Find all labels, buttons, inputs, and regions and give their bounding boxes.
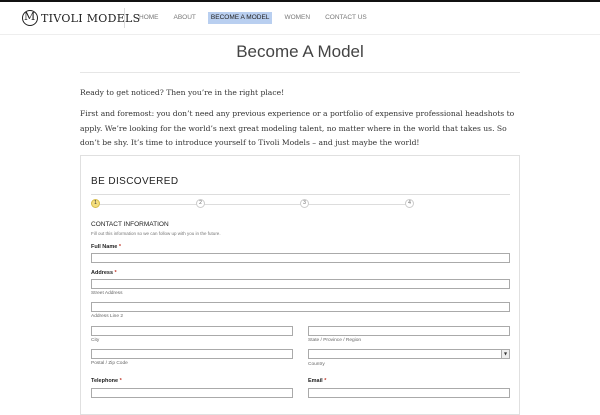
state-sublabel: State / Province / Region bbox=[308, 338, 362, 343]
progress-track bbox=[96, 204, 409, 205]
telephone-label: Telephone * bbox=[91, 378, 122, 384]
required-mark: * bbox=[114, 270, 117, 276]
section-title: CONTACT INFORMATION bbox=[91, 221, 169, 228]
nav-item-home[interactable]: HOME bbox=[136, 12, 162, 24]
street-address-sublabel: Street Address bbox=[91, 291, 123, 296]
form-title: BE DISCOVERED bbox=[91, 176, 179, 187]
zip-field[interactable] bbox=[91, 349, 293, 359]
email-label-text: Email bbox=[308, 378, 323, 384]
nav-item-become-a-model[interactable]: BECOME A MODEL bbox=[207, 12, 273, 24]
intro-paragraph: Ready to get noticed? Then you’re in the… bbox=[80, 88, 285, 97]
email-label: Email * bbox=[308, 378, 326, 384]
step-1: 1 bbox=[91, 199, 100, 208]
required-mark: * bbox=[118, 244, 121, 250]
address-label: Address * bbox=[91, 270, 117, 276]
country-select[interactable]: ▼ bbox=[308, 349, 510, 359]
top-border bbox=[0, 0, 600, 2]
logo-icon bbox=[22, 10, 38, 26]
body-paragraph: First and foremost: you don’t need any p… bbox=[80, 109, 515, 147]
title-divider bbox=[80, 72, 520, 73]
email-field[interactable] bbox=[308, 388, 510, 398]
required-mark: * bbox=[119, 378, 122, 384]
city-sublabel: City bbox=[91, 338, 100, 343]
zip-sublabel: Postal / Zip Code bbox=[91, 361, 128, 366]
header-divider bbox=[0, 34, 600, 35]
nav-item-about[interactable]: ABOUT bbox=[171, 12, 199, 24]
state-field[interactable] bbox=[308, 326, 510, 336]
full-name-field[interactable] bbox=[91, 253, 510, 263]
nav-item-women[interactable]: WOMEN bbox=[281, 12, 313, 24]
full-name-label: Full Name * bbox=[91, 244, 121, 250]
step-4: 4 bbox=[405, 199, 414, 208]
step-2: 2 bbox=[196, 199, 205, 208]
form-title-divider bbox=[91, 194, 510, 195]
street-address-field[interactable] bbox=[91, 279, 510, 289]
site-logo[interactable]: TIVOLI MODELS bbox=[22, 9, 140, 27]
brand-name: TIVOLI MODELS bbox=[41, 11, 141, 25]
nav-item-contact-us[interactable]: CONTACT US bbox=[322, 12, 370, 24]
telephone-field[interactable] bbox=[91, 388, 293, 398]
main-nav: HOME ABOUT BECOME A MODEL WOMEN CONTACT … bbox=[136, 12, 379, 24]
full-name-label-text: Full Name bbox=[91, 244, 118, 250]
nav-separator bbox=[124, 8, 125, 28]
address-label-text: Address bbox=[91, 270, 114, 276]
page-title: Become A Model bbox=[236, 42, 364, 61]
telephone-label-text: Telephone bbox=[91, 378, 119, 384]
dropdown-arrow-icon: ▼ bbox=[501, 350, 509, 358]
address-line-2-field[interactable] bbox=[91, 302, 510, 312]
address-line-2-sublabel: Address Line 2 bbox=[91, 314, 123, 319]
city-field[interactable] bbox=[91, 326, 293, 336]
required-mark: * bbox=[324, 378, 327, 384]
step-3: 3 bbox=[300, 199, 309, 208]
country-sublabel: Country bbox=[308, 362, 325, 367]
section-description: Fill out this information so we can foll… bbox=[91, 231, 221, 236]
